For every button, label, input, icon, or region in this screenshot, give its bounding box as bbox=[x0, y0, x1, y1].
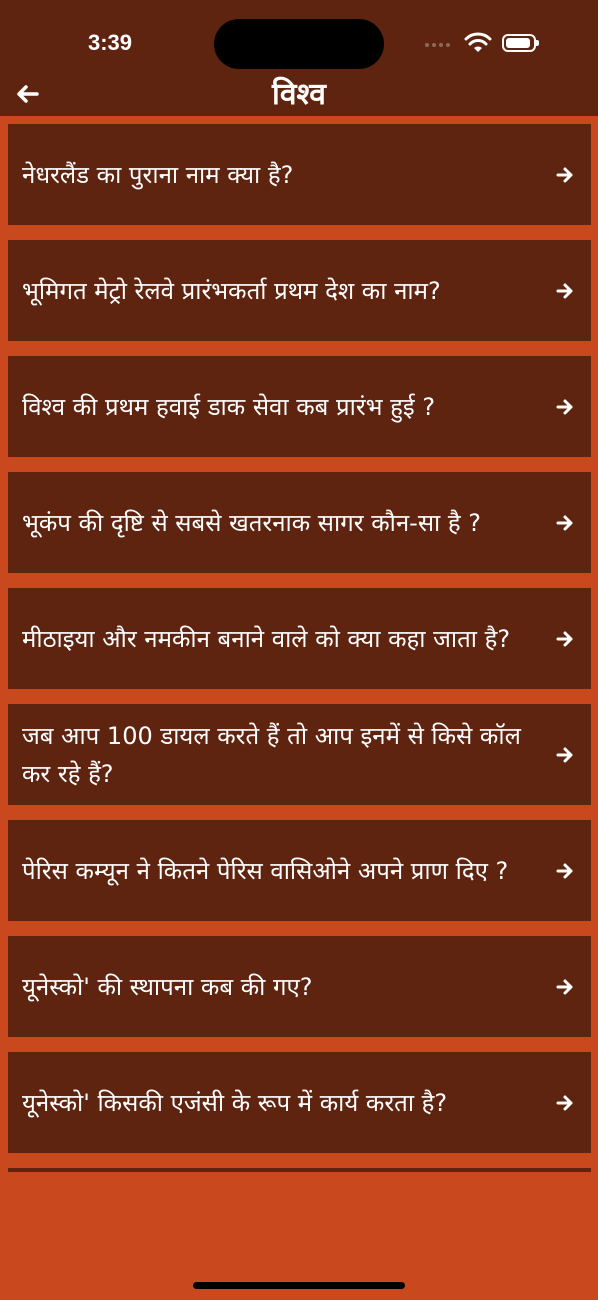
list-item[interactable]: मीठाइया और नमकीन बनाने वाले को क्या कहा … bbox=[8, 588, 591, 689]
battery-icon bbox=[502, 34, 539, 52]
arrow-right-icon bbox=[556, 979, 573, 994]
app-header: 3:39 विश्व bbox=[0, 0, 598, 116]
arrow-right-icon bbox=[556, 1095, 573, 1110]
page-title: विश्व bbox=[272, 77, 326, 112]
dynamic-island bbox=[214, 19, 384, 69]
arrow-right-icon bbox=[556, 747, 573, 762]
list-item[interactable]: यूनेस्को' किसकी एजंसी के रूप में कार्य क… bbox=[8, 1052, 591, 1153]
wifi-icon bbox=[464, 32, 492, 52]
arrow-right-icon bbox=[556, 167, 573, 182]
list-item[interactable]: जब आप 100 डायल करते हैं तो आप इनमें से क… bbox=[8, 704, 591, 805]
arrow-right-icon bbox=[556, 515, 573, 530]
question-text: यूनेस्को' की स्थापना कब की गए? bbox=[22, 972, 313, 1001]
question-text: यूनेस्को' किसकी एजंसी के रूप में कार्य क… bbox=[22, 1088, 448, 1117]
list-item[interactable]: यूनेस्को' की स्थापना कब की गए? bbox=[8, 936, 591, 1037]
question-text: भूकंप की दृष्टि से सबसे खतरनाक सागर कौन-… bbox=[22, 508, 482, 537]
list-item[interactable]: नेधरलैंड का पुराना नाम क्या है? bbox=[8, 124, 591, 225]
question-text: भूमिगत मेट्रो रेलवे प्रारंभकर्ता प्रथम द… bbox=[22, 276, 441, 305]
status-time: 3:39 bbox=[88, 30, 133, 55]
question-text: विश्व की प्रथम हवाई डाक सेवा कब प्रारंभ … bbox=[22, 392, 436, 421]
list-item[interactable]: विश्व की प्रथम हवाई डाक सेवा कब प्रारंभ … bbox=[8, 356, 591, 457]
arrow-right-icon bbox=[556, 283, 573, 298]
arrow-right-icon bbox=[556, 863, 573, 878]
list-item-partial[interactable] bbox=[8, 1168, 591, 1172]
home-indicator[interactable] bbox=[193, 1282, 405, 1289]
question-text: पेरिस कम्यून ने कितने पेरिस वासिओने अपने… bbox=[22, 856, 509, 885]
question-list: नेधरलैंड का पुराना नाम क्या है? भूमिगत म… bbox=[8, 124, 591, 1168]
list-item[interactable]: पेरिस कम्यून ने कितने पेरिस वासिओने अपने… bbox=[8, 820, 591, 921]
list-item[interactable]: भूमिगत मेट्रो रेलवे प्रारंभकर्ता प्रथम द… bbox=[8, 240, 591, 341]
cellular-signal-icon bbox=[425, 43, 450, 47]
arrow-right-icon bbox=[556, 631, 573, 646]
question-text: मीठाइया और नमकीन बनाने वाले को क्या कहा … bbox=[22, 624, 511, 653]
list-item[interactable]: भूकंप की दृष्टि से सबसे खतरनाक सागर कौन-… bbox=[8, 472, 591, 573]
question-text: जब आप 100 डायल करते हैं तो आप इनमें से क… bbox=[22, 721, 521, 788]
question-text: नेधरलैंड का पुराना नाम क्या है? bbox=[22, 160, 294, 189]
arrow-right-icon bbox=[556, 399, 573, 414]
